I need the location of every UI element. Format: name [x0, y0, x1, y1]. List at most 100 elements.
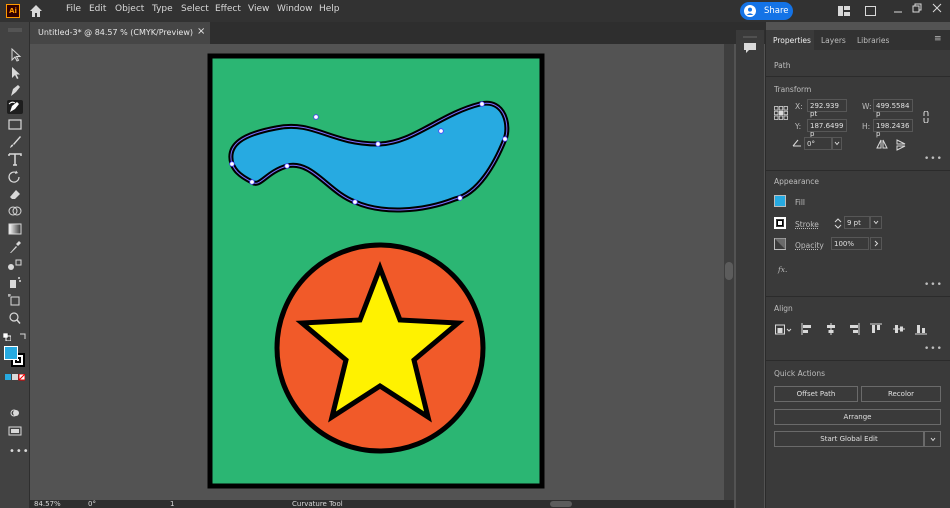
paintbrush-tool-icon[interactable] — [7, 135, 23, 149]
opacity-icon — [774, 238, 786, 250]
artwork — [207, 53, 545, 489]
h-field[interactable]: 198.2436 p — [873, 119, 913, 138]
panel-grip-icon — [743, 32, 757, 38]
artboard-navigator[interactable]: 1 — [170, 500, 174, 508]
menu-view[interactable]: View — [248, 4, 269, 14]
more-align-options-icon[interactable]: ••• — [924, 344, 943, 354]
rectangle-tool-icon[interactable] — [7, 118, 23, 132]
color-mode-icon[interactable] — [5, 373, 26, 381]
blend-tool-icon[interactable] — [7, 258, 23, 272]
vertical-scrollbar[interactable] — [724, 44, 734, 500]
toolbar-grip-icon — [8, 25, 22, 32]
global-edit-options-dropdown-icon[interactable] — [924, 431, 941, 447]
flip-vertical-icon[interactable] — [896, 139, 906, 151]
menu-window[interactable]: Window — [277, 4, 313, 14]
vertical-scrollbar-thumb[interactable] — [725, 262, 733, 280]
artboard-tool-icon[interactable] — [7, 293, 23, 307]
app-logo[interactable]: Ai — [6, 4, 20, 18]
eraser-tool-icon[interactable] — [7, 187, 23, 201]
home-icon[interactable] — [29, 4, 43, 18]
align-horizontal-center-icon[interactable] — [825, 323, 837, 335]
minimize-icon[interactable] — [893, 4, 903, 14]
w-field[interactable]: 499.5584 p — [873, 99, 913, 118]
selection-tool-icon[interactable] — [7, 47, 23, 62]
menu-object[interactable]: Object — [115, 4, 144, 14]
stroke-label[interactable]: Stroke — [795, 220, 819, 229]
default-colors-icon[interactable] — [2, 332, 12, 342]
zoom-level[interactable]: 84.57% — [34, 500, 61, 508]
pen-tool-icon[interactable] — [7, 83, 23, 97]
screen-mode-icon[interactable] — [8, 426, 22, 436]
share-label: Share — [764, 6, 789, 16]
align-vertical-center-icon[interactable] — [893, 323, 905, 335]
align-right-icon[interactable] — [848, 323, 860, 335]
swap-colors-icon[interactable] — [19, 333, 27, 341]
rotate-tool-icon[interactable] — [7, 170, 23, 184]
arrange-button[interactable]: Arrange — [774, 409, 941, 425]
share-button[interactable]: Share — [740, 2, 793, 20]
opacity-slider-arrow-icon[interactable] — [870, 237, 882, 250]
user-icon — [744, 5, 756, 17]
flip-horizontal-icon[interactable] — [876, 139, 888, 149]
symbol-sprayer-tool-icon[interactable] — [7, 275, 23, 289]
x-field[interactable]: 292.939 pt — [807, 99, 847, 118]
close-window-icon[interactable] — [932, 3, 942, 13]
comments-icon[interactable] — [742, 41, 758, 55]
y-field[interactable]: 187.6499 p — [807, 119, 847, 138]
arrange-documents-icon[interactable] — [838, 6, 850, 16]
align-left-icon[interactable] — [801, 323, 813, 335]
start-global-edit-button[interactable]: Start Global Edit — [774, 431, 924, 447]
restore-icon[interactable] — [912, 3, 922, 13]
document-tab-close-icon[interactable]: × — [197, 26, 205, 37]
opacity-field[interactable]: 100% — [831, 237, 869, 250]
constrain-proportions-icon[interactable] — [922, 110, 930, 124]
workspace-switcher-icon[interactable] — [865, 6, 876, 16]
direct-selection-tool-icon[interactable] — [7, 66, 23, 80]
menu-type[interactable]: Type — [152, 4, 173, 14]
angle-dropdown-icon[interactable] — [832, 137, 842, 150]
draw-mode-icon[interactable] — [9, 408, 21, 418]
stroke-weight-dropdown-icon[interactable] — [870, 216, 882, 229]
panel-menu-icon[interactable]: ≡ — [934, 34, 942, 44]
align-bottom-icon[interactable] — [915, 323, 927, 335]
align-to-icon[interactable] — [775, 324, 793, 336]
menu-edit[interactable]: Edit — [89, 4, 106, 14]
tab-libraries[interactable]: Libraries — [857, 36, 889, 45]
menu-help[interactable]: Help — [319, 4, 340, 14]
document-tab[interactable]: Untitled-3* @ 84.57 % (CMYK/Preview) × — [30, 22, 210, 44]
more-appearance-options-icon[interactable]: ••• — [924, 280, 943, 290]
menu-select[interactable]: Select — [181, 4, 209, 14]
x-label: X: — [795, 102, 803, 111]
curvature-tool-icon[interactable] — [7, 100, 23, 114]
stroke-weight-stepper[interactable] — [833, 217, 843, 230]
fill-label: Fill — [795, 198, 806, 207]
recolor-button[interactable]: Recolor — [861, 386, 941, 402]
angle-field[interactable]: 0° — [804, 137, 832, 150]
zoom-tool-icon[interactable] — [7, 311, 23, 325]
opacity-label[interactable]: Opacity — [795, 241, 824, 250]
menu-effect[interactable]: Effect — [215, 4, 241, 14]
tab-layers[interactable]: Layers — [821, 36, 846, 45]
more-transform-options-icon[interactable]: ••• — [924, 154, 943, 164]
transform-heading: Transform — [774, 85, 812, 94]
shape-builder-tool-icon[interactable] — [7, 204, 23, 218]
document-tab-bar: Untitled-3* @ 84.57 % (CMYK/Preview) × — [30, 22, 766, 44]
y-label: Y: — [795, 122, 802, 131]
menu-file[interactable]: File — [66, 4, 81, 14]
fx-effects-button[interactable]: fx. — [778, 265, 787, 274]
edit-toolbar-icon[interactable]: ••• — [9, 446, 30, 457]
offset-path-button[interactable]: Offset Path — [774, 386, 858, 402]
rotation-view[interactable]: 0° — [88, 500, 96, 508]
align-top-icon[interactable] — [870, 323, 882, 335]
stroke-swatch[interactable] — [774, 217, 786, 229]
stroke-weight-field[interactable]: 9 pt — [844, 216, 870, 229]
gradient-tool-icon[interactable] — [7, 222, 23, 236]
fill-color-swatch[interactable] — [4, 346, 18, 360]
type-tool-icon[interactable] — [7, 152, 23, 166]
horizontal-scrollbar-thumb[interactable] — [550, 501, 572, 507]
canvas-area[interactable] — [30, 44, 724, 500]
reference-point-icon[interactable] — [774, 106, 788, 120]
eyedropper-tool-icon[interactable] — [7, 240, 23, 254]
fill-swatch[interactable] — [774, 195, 786, 207]
tab-properties[interactable]: Properties — [773, 36, 811, 45]
